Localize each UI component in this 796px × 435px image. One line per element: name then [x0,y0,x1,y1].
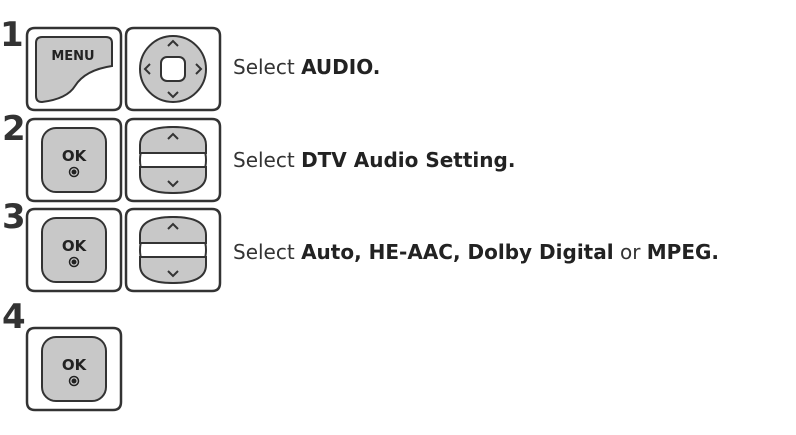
four-way-nav-icon [124,26,222,112]
step-number-4: 4 [2,297,26,337]
ok-key-label: OK [62,356,88,374]
ok-key-icon: OK [25,117,123,203]
ok-key-icon: OK [25,326,123,412]
up-down-nav-icon [124,207,222,293]
step-1-instruction: Select AUDIO. [233,55,381,79]
ok-key-icon: OK [25,207,123,293]
step-number-3: 3 [2,197,26,237]
step-number-1: 1 [0,15,24,55]
menu-key-icon: MENU [25,26,123,112]
step-2-instruction: Select DTV Audio Setting. [233,148,516,172]
step-3-instruction: Select Auto, HE-AAC, Dolby Digital or MP… [233,240,720,264]
step-number-2: 2 [2,109,26,149]
ok-key-label: OK [62,147,88,165]
menu-key-label: MENU [51,49,94,64]
ok-key-label: OK [62,237,88,255]
up-down-nav-icon [124,117,222,203]
